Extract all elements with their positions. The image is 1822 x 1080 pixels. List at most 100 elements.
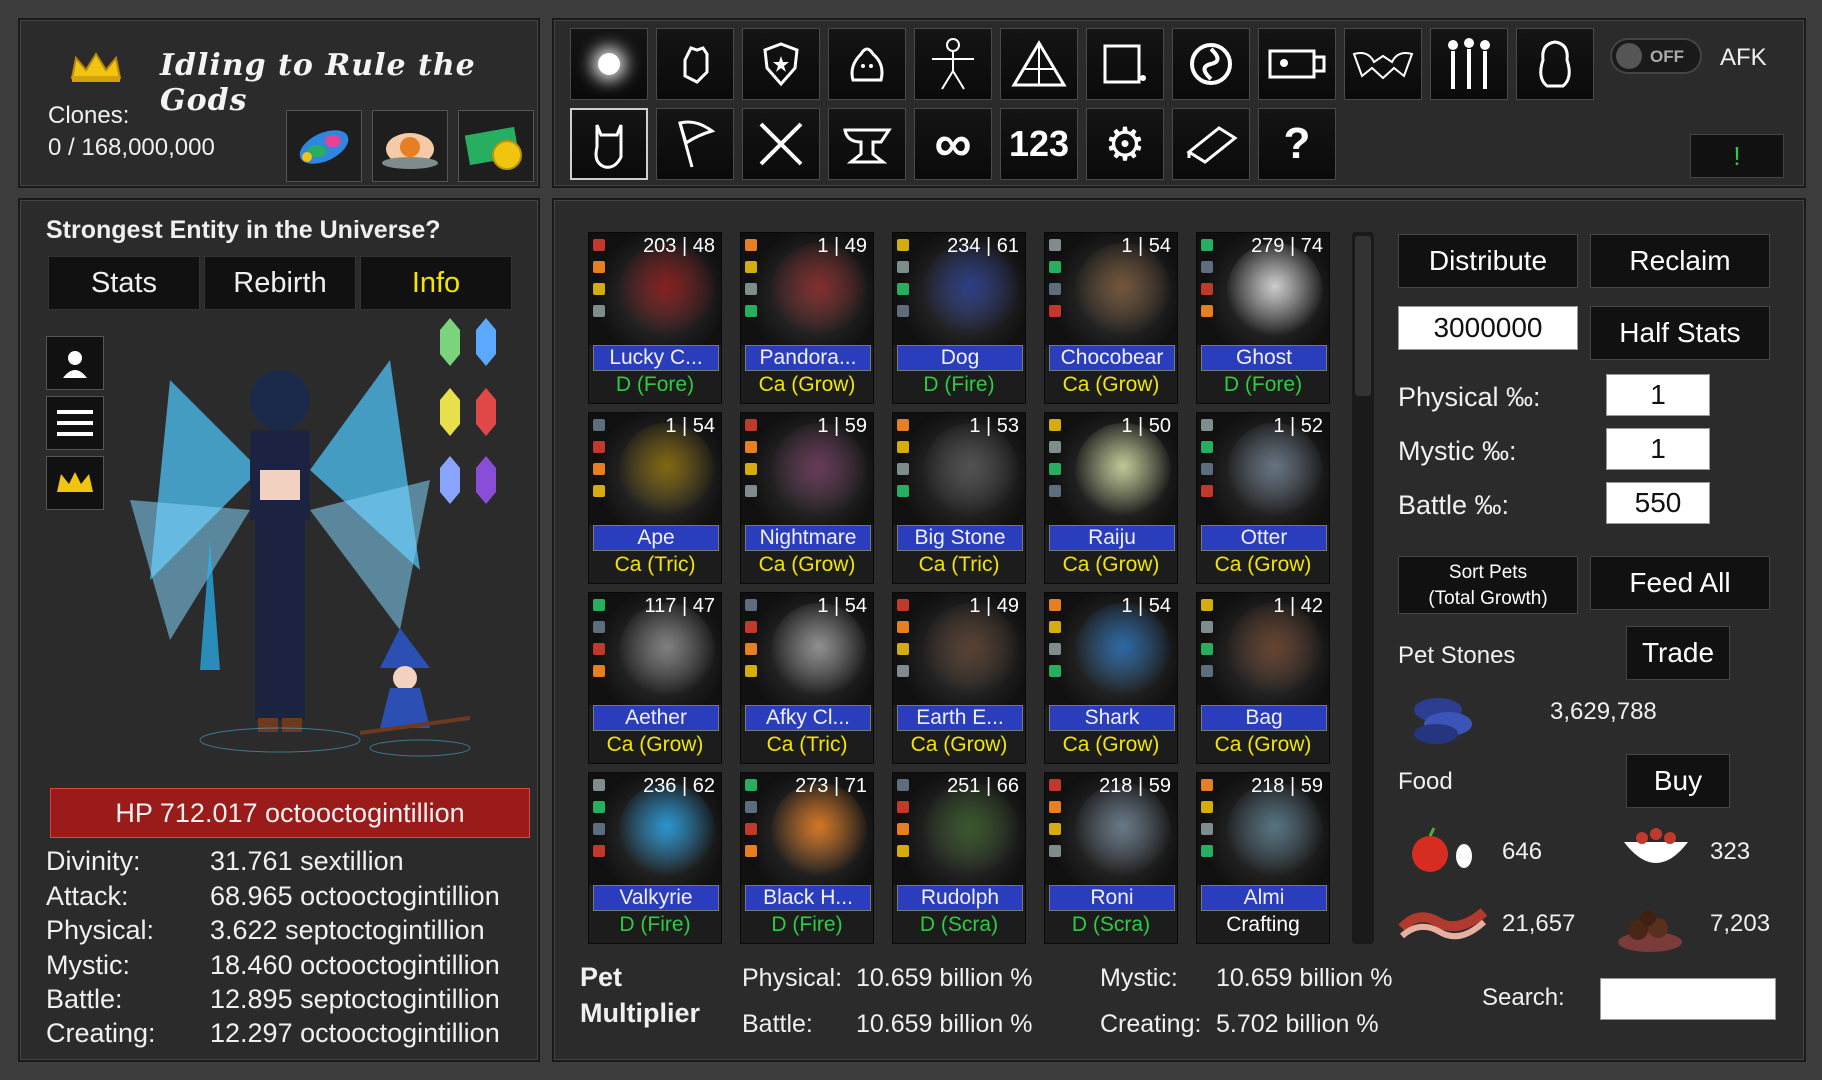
bat-icon[interactable]: [1344, 28, 1422, 100]
pet-card[interactable]: 218 | 59 Roni D (Scra): [1044, 772, 1178, 944]
equipment-icon: [745, 643, 757, 655]
tab-rebirth[interactable]: Rebirth: [204, 256, 356, 310]
pet-card[interactable]: 273 | 71 Black H... D (Fire): [740, 772, 874, 944]
pet-card[interactable]: 1 | 54 Chocobear Ca (Grow): [1044, 232, 1178, 404]
tab-stats[interactable]: Stats: [48, 256, 200, 310]
pet-card[interactable]: 117 | 47 Aether Ca (Grow): [588, 592, 722, 764]
reclaim-button[interactable]: Reclaim: [1590, 234, 1770, 288]
pet-card[interactable]: 1 | 50 Raiju Ca (Grow): [1044, 412, 1178, 584]
pyramid-icon[interactable]: [1000, 28, 1078, 100]
pet-card[interactable]: 234 | 61 Dog D (Fire): [892, 232, 1026, 404]
pet-card[interactable]: 1 | 49 Pandora... Ca (Grow): [740, 232, 874, 404]
feed-all-button[interactable]: Feed All: [1590, 556, 1770, 610]
pet-card[interactable]: 1 | 59 Nightmare Ca (Grow): [740, 412, 874, 584]
body-outline-icon[interactable]: [914, 28, 992, 100]
search-input[interactable]: [1600, 978, 1776, 1020]
food-label: Food: [1398, 768, 1453, 795]
notification-button[interactable]: !: [1690, 134, 1784, 178]
crown-small-icon[interactable]: [46, 456, 104, 510]
equipment-icon: [897, 239, 909, 251]
pet-equipment-icons: [593, 779, 609, 867]
infinity-icon[interactable]: ∞: [914, 108, 992, 180]
witch-companion: [360, 628, 471, 757]
pet-card[interactable]: 203 | 48 Lucky C... D (Fore): [588, 232, 722, 404]
equipment-icon: [1049, 665, 1061, 677]
spiral-icon[interactable]: [1172, 28, 1250, 100]
pet-equipment-icons: [1049, 239, 1065, 327]
equipment-icon: [745, 845, 757, 857]
sort-pets-button[interactable]: Sort Pets (Total Growth): [1398, 556, 1578, 614]
afk-toggle[interactable]: OFF: [1610, 38, 1702, 74]
shield-icon[interactable]: [742, 28, 820, 100]
pet-name: Nightmare: [745, 525, 871, 551]
pet-scrollbar[interactable]: [1352, 232, 1374, 944]
dungeon-icon[interactable]: [1258, 28, 1336, 100]
pet-card[interactable]: 1 | 49 Earth E... Ca (Grow): [892, 592, 1026, 764]
gold-coupon-icon[interactable]: [458, 110, 534, 182]
mult-creating-value: 5.702 billion %: [1216, 1010, 1379, 1038]
entity-panel: Strongest Entity in the Universe? Stats …: [18, 198, 540, 1062]
mult-physical-label: Physical:: [742, 964, 843, 992]
equipment-icon: [1049, 599, 1061, 611]
sun-icon[interactable]: [570, 28, 648, 100]
book-icon[interactable]: [1172, 108, 1250, 180]
crossed-swords-icon[interactable]: [742, 108, 820, 180]
equipment-icon: [745, 419, 757, 431]
equipment-icon: [1201, 779, 1213, 791]
pet-card[interactable]: 1 | 52 Otter Ca (Grow): [1196, 412, 1330, 584]
equipment-icon: [593, 823, 605, 835]
amount-input[interactable]: 3000000: [1398, 306, 1578, 350]
pet-multiplier-label-2: Multiplier: [580, 998, 700, 1028]
profile-icon[interactable]: [46, 336, 104, 390]
stat-label-creating: Creating:: [46, 1018, 156, 1048]
physical-permille-input[interactable]: 1: [1606, 374, 1710, 416]
trade-button[interactable]: Trade: [1626, 626, 1730, 680]
pet-card[interactable]: 1 | 54 Shark Ca (Grow): [1044, 592, 1178, 764]
people-icon[interactable]: [1430, 28, 1508, 100]
mystic-permille-input[interactable]: 1: [1606, 428, 1710, 470]
lotus-icon[interactable]: [372, 110, 448, 182]
fist-icon[interactable]: [656, 28, 734, 100]
gear-icon[interactable]: ⚙: [1086, 108, 1164, 180]
tab-info[interactable]: Info: [360, 256, 512, 310]
candy-icon[interactable]: [286, 110, 362, 182]
stat-label-battle: Battle:: [46, 984, 123, 1014]
pet-card[interactable]: 1 | 54 Afky Cl... Ca (Tric): [740, 592, 874, 764]
half-stats-button[interactable]: Half Stats: [1590, 306, 1770, 360]
toggle-label: OFF: [1650, 47, 1684, 66]
pet-name: Shark: [1049, 705, 1175, 731]
battle-permille-input[interactable]: 550: [1606, 482, 1710, 524]
pet-card[interactable]: 236 | 62 Valkyrie D (Fire): [588, 772, 722, 944]
stat-value-battle: 12.895 septoctogintillion: [210, 984, 500, 1014]
ghost-blob-icon[interactable]: [828, 28, 906, 100]
pet-class: Ca (Grow): [1062, 733, 1160, 756]
equipment-icon: [1049, 643, 1061, 655]
pet-card[interactable]: 218 | 59 Almi Crafting: [1196, 772, 1330, 944]
equipment-icon: [593, 485, 605, 497]
equipment-icon: [593, 845, 605, 857]
pet-card[interactable]: 251 | 66 Rudolph D (Scra): [892, 772, 1026, 944]
pet-class: D (Fore): [615, 373, 695, 396]
menu-icon[interactable]: [46, 396, 104, 450]
distribute-button[interactable]: Distribute: [1398, 234, 1578, 288]
pet-name: Aether: [593, 705, 719, 731]
pet-card[interactable]: 279 | 74 Ghost D (Fore): [1196, 232, 1330, 404]
pet-name: Otter: [1201, 525, 1327, 551]
penguin-icon[interactable]: [1516, 28, 1594, 100]
flag-icon[interactable]: [656, 108, 734, 180]
equipment-icon: [593, 419, 605, 431]
anvil-icon[interactable]: [828, 108, 906, 180]
pet-level: 117 | 47: [644, 595, 715, 617]
buy-button[interactable]: Buy: [1626, 754, 1730, 808]
hp-bar: HP 712.017 octooctogintillion: [50, 788, 530, 838]
pet-class: Ca (Grow): [1214, 733, 1312, 756]
pet-card[interactable]: 1 | 42 Bag Ca (Grow): [1196, 592, 1330, 764]
cat-icon[interactable]: [570, 108, 648, 180]
123-icon[interactable]: 123: [1000, 108, 1078, 180]
pet-card[interactable]: 1 | 54 Ape Ca (Tric): [588, 412, 722, 584]
question-icon[interactable]: ?: [1258, 108, 1336, 180]
scrollbar-thumb[interactable]: [1355, 236, 1371, 396]
map-icon[interactable]: [1086, 28, 1164, 100]
equipment-icon: [593, 463, 605, 475]
pet-card[interactable]: 1 | 53 Big Stone Ca (Tric): [892, 412, 1026, 584]
